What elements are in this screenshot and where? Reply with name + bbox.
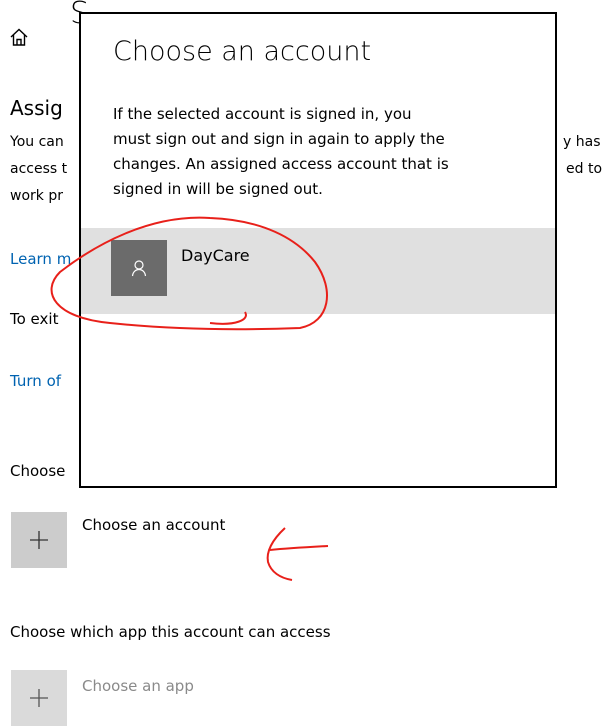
description-line: work pr: [10, 188, 63, 204]
choose-account-button[interactable]: [11, 512, 67, 568]
dialog-title: Choose an account: [113, 36, 372, 67]
dialog-message-line: must sign out and sign in again to apply…: [113, 130, 445, 148]
dialog-message-line: changes. An assigned access account that…: [113, 155, 449, 173]
choose-app-heading: Choose which app this account can access: [10, 623, 331, 641]
description-fragment: y has: [563, 134, 601, 150]
section-heading: Assig: [10, 96, 63, 120]
turn-off-link[interactable]: Turn of: [10, 372, 61, 390]
dialog-message: If the selected account is signed in, yo…: [113, 102, 543, 202]
exit-instructions: To exit: [10, 310, 59, 328]
description-fragment: ed to: [566, 161, 603, 177]
person-icon: [131, 260, 147, 277]
account-name: DayCare: [181, 246, 250, 265]
dialog-message-line: signed in will be signed out.: [113, 180, 323, 198]
choose-account-heading: Choose: [10, 462, 66, 480]
description-line: You can: [10, 134, 64, 150]
learn-more-link[interactable]: Learn m: [10, 250, 71, 268]
avatar: [111, 240, 167, 296]
home-icon[interactable]: [8, 26, 30, 48]
plus-icon: [30, 531, 48, 549]
choose-account-dialog: Choose an account If the selected accoun…: [79, 12, 557, 488]
dialog-message-line: If the selected account is signed in, yo…: [113, 105, 412, 123]
choose-app-label[interactable]: Choose an app: [82, 677, 194, 695]
choose-account-label[interactable]: Choose an account: [82, 516, 225, 534]
annotation-arrow: [266, 527, 329, 581]
plus-icon: [30, 689, 48, 707]
description-line: access t: [10, 161, 68, 177]
account-item-daycare[interactable]: DayCare: [81, 228, 555, 314]
choose-app-button[interactable]: [11, 670, 67, 726]
